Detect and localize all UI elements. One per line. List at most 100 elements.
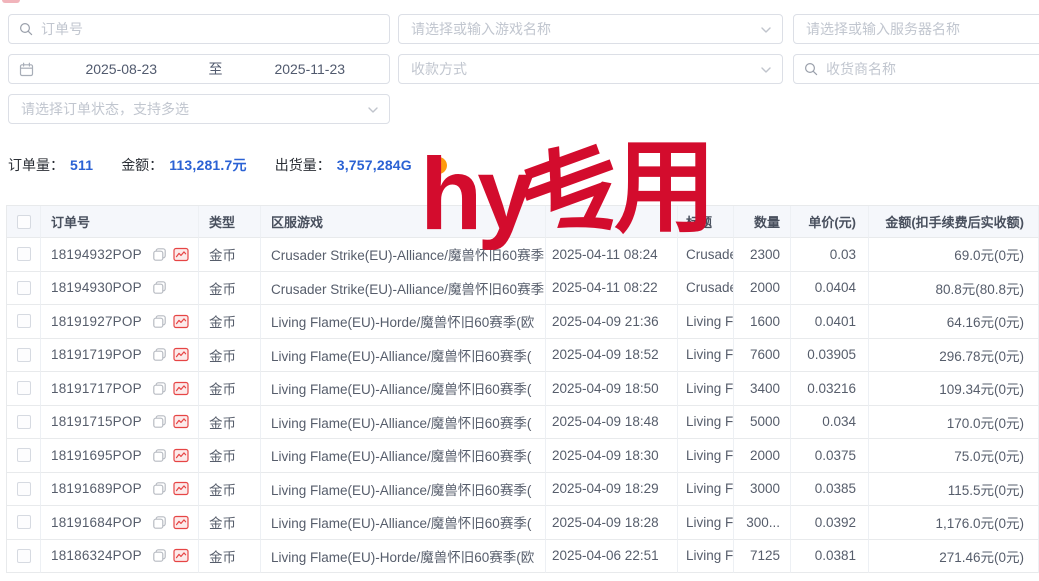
row-checkbox[interactable] [17,281,31,295]
header-unit-price: 单价(元) [791,206,869,238]
chevron-down-icon[interactable] [760,64,772,76]
image-icon[interactable] [173,247,189,262]
unit-price: 0.0375 [791,439,869,473]
image-icon[interactable] [173,515,189,530]
amount: 271.46元(0元) [869,540,1039,574]
copy-icon[interactable] [152,347,167,362]
unit-price: 0.0385 [791,473,869,507]
row-checkbox[interactable] [17,549,31,563]
row-checkbox[interactable] [17,482,31,496]
row-checkbox[interactable] [17,381,31,395]
order-time: 2025-04-11 08:22 [546,272,678,306]
shipment-value: 3,757,284G [337,157,412,173]
image-icon[interactable] [173,381,189,396]
order-number-field[interactable] [41,21,389,37]
calendar-icon [19,62,34,77]
row-checkbox[interactable] [17,247,31,261]
unit-price: 0.0381 [791,540,869,574]
order-status-placeholder: 请选择订单状态，支持多选 [21,99,189,119]
quantity: 7125 [734,540,791,574]
header-type: 类型 [199,206,261,238]
order-number: 18191719POP [51,347,142,362]
order-title: Living Fl [678,305,734,339]
header-order-no: 订单号 [41,206,199,238]
copy-icon[interactable] [152,548,167,563]
copy-icon[interactable] [152,414,167,429]
image-icon[interactable] [173,481,189,496]
quantity: 2000 [734,272,791,306]
server-game: Crusader Strike(EU)-Alliance/魔兽怀旧60赛季 [261,272,546,306]
image-icon[interactable] [173,414,189,429]
row-checkbox[interactable] [17,515,31,529]
game-select-placeholder: 请选择或输入游戏名称 [411,19,551,39]
search-icon [19,22,33,36]
quantity: 5000 [734,406,791,440]
image-icon[interactable] [173,548,189,563]
order-time: 2025-04-11 08:24 [546,238,678,272]
copy-icon[interactable] [152,481,167,496]
order-type: 金币 [199,540,261,574]
row-checkbox[interactable] [17,348,31,362]
chevron-down-icon[interactable] [367,104,379,116]
order-number: 18194932POP [51,247,142,262]
quantity: 1600 [734,305,791,339]
row-checkbox[interactable] [17,415,31,429]
order-status-select[interactable]: 请选择订单状态，支持多选 [8,94,390,124]
order-title: Living Fl [678,473,734,507]
unit-price: 0.0392 [791,506,869,540]
game-select[interactable]: 请选择或输入游戏名称 [398,14,783,44]
image-icon[interactable] [173,448,189,463]
image-icon[interactable] [173,314,189,329]
date-range-picker[interactable]: 2025-08-23 至 2025-11-23 [8,54,390,84]
server-game: Living Flame(EU)-Alliance/魔兽怀旧60赛季( [261,339,546,373]
order-type: 金币 [199,406,261,440]
merchant-search-input[interactable] [793,54,1039,84]
select-all-checkbox[interactable] [17,215,31,229]
table-row: 18186324POP 金币 Living Flame(EU)-Horde/魔兽… [7,540,1039,574]
order-type: 金币 [199,238,261,272]
chevron-down-icon[interactable] [760,24,772,36]
order-count-value: 511 [70,157,93,173]
table-row: 18191684POP 金币 Living Flame(EU)-Alliance… [7,506,1039,540]
quantity: 3400 [734,372,791,406]
order-number-input[interactable] [8,14,390,44]
shipment-label: 出货量： [275,155,331,175]
server-game: Living Flame(EU)-Alliance/魔兽怀旧60赛季( [261,406,546,440]
order-title: Crusade [678,238,734,272]
order-title: Living Fl [678,406,734,440]
table-row: 18194932POP 金币 Crusader Strike(EU)-Allia… [7,238,1039,272]
orders-table: 订单号 类型 区服游戏 标题 数量 单价(元) 金额(扣手续费后实收额) 181… [6,205,1039,573]
order-number: 18191684POP [51,515,142,530]
copy-icon[interactable] [152,280,167,295]
order-time: 2025-04-09 18:48 [546,406,678,440]
image-icon[interactable] [173,347,189,362]
copy-icon[interactable] [152,448,167,463]
row-checkbox[interactable] [17,448,31,462]
order-title: Crusade [678,272,734,306]
order-number: 18191715POP [51,414,142,429]
header-title: 标题 [678,206,734,238]
order-type: 金币 [199,339,261,373]
amount: 115.5元(0元) [869,473,1039,507]
server-game: Living Flame(EU)-Alliance/魔兽怀旧60赛季( [261,372,546,406]
merchant-search-field[interactable] [826,61,1039,77]
date-end-value[interactable]: 2025-11-23 [231,61,390,77]
copy-icon[interactable] [152,381,167,396]
help-question-icon[interactable]: ? [430,157,447,174]
order-type: 金币 [199,272,261,306]
quantity: 300... [734,506,791,540]
order-number: 18191695POP [51,448,142,463]
order-number: 18191689POP [51,481,142,496]
header-quantity: 数量 [734,206,791,238]
server-select[interactable]: 请选择或输入服务器名称 [793,14,1039,44]
copy-icon[interactable] [152,515,167,530]
server-game: Living Flame(EU)-Horde/魔兽怀旧60赛季(欧 [261,540,546,574]
order-type: 金币 [199,506,261,540]
date-start-value[interactable]: 2025-08-23 [42,61,201,77]
row-checkbox[interactable] [17,314,31,328]
order-time: 2025-04-09 21:36 [546,305,678,339]
payment-method-select[interactable]: 收款方式 [398,54,783,84]
copy-icon[interactable] [152,247,167,262]
copy-icon[interactable] [152,314,167,329]
order-title: Living Fl [678,506,734,540]
